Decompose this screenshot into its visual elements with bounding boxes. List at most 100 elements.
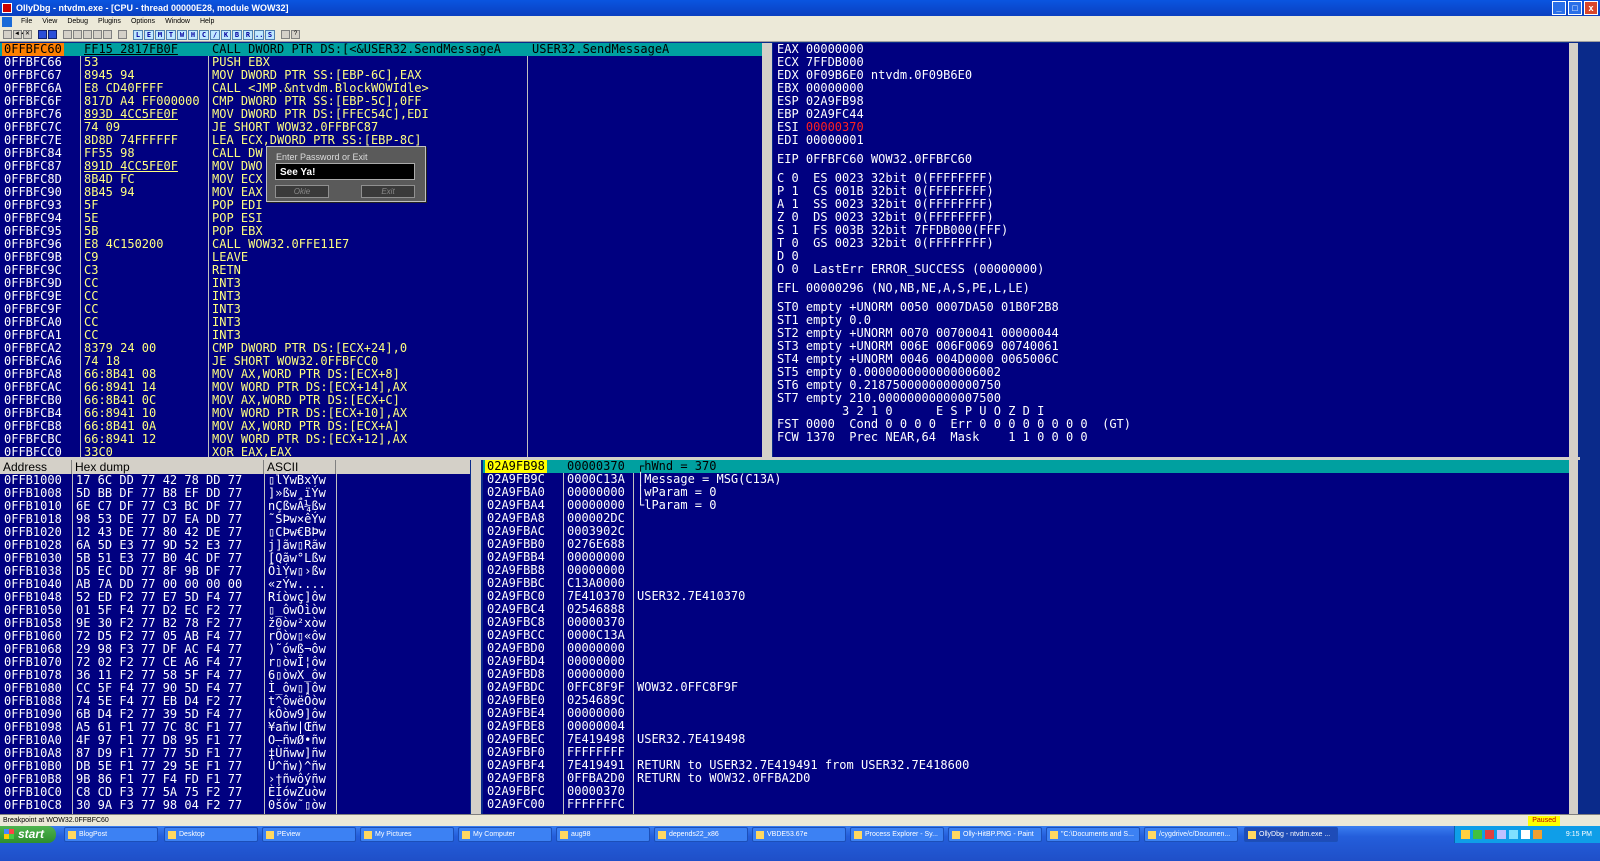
disasm-row[interactable]: 0FFBFC60 FF15 2817FB0F CALL DWORD PTR DS:[… xyxy=(0,43,762,56)
help-icon[interactable]: ? xyxy=(291,30,300,39)
tray-icon[interactable] xyxy=(1497,830,1506,839)
password-input[interactable]: See Ya! xyxy=(275,163,415,180)
restart-icon[interactable]: ◄◄ xyxy=(13,30,26,39)
run-icon[interactable] xyxy=(38,30,47,39)
taskbar-button[interactable]: My Computer xyxy=(458,827,552,842)
stack-row[interactable]: 02A9FBAC 0003902C xyxy=(483,525,1569,538)
source-button[interactable]: S xyxy=(265,29,275,40)
stack-row[interactable]: 02A9FBC0 7E410370 USER32.7E410370 xyxy=(483,590,1569,603)
taskbar-button[interactable]: Process Explorer - Sy... xyxy=(850,827,944,842)
stack-row[interactable]: 02A9FC00 FFFFFFFC xyxy=(483,798,1569,811)
taskbar-button[interactable]: /cygdrive/c/Documen... xyxy=(1144,827,1238,842)
taskbar-button[interactable]: VBDE53.67e xyxy=(752,827,846,842)
cpu-button[interactable]: C xyxy=(199,29,209,40)
trace-over-icon[interactable] xyxy=(93,30,102,39)
dump-header-hex[interactable]: Hex dump xyxy=(72,460,264,474)
tray-icon[interactable] xyxy=(1485,830,1494,839)
disasm-row[interactable]: 0FFBFC9D CC INT3 xyxy=(0,277,762,290)
menu-view[interactable]: View xyxy=(37,16,62,28)
start-button[interactable]: start xyxy=(0,826,56,843)
stack-row[interactable]: 02A9FBEC 7E419498 USER32.7E419498 xyxy=(483,733,1569,746)
dump-scrollbar[interactable] xyxy=(471,460,481,814)
disasm-row[interactable]: 0FFBFC9E CC INT3 xyxy=(0,290,762,303)
breakpoints-button[interactable]: B xyxy=(232,29,242,40)
register-edx[interactable]: EDX 0F09B6E0 ntvdm.0F09B6E0 xyxy=(773,69,1569,82)
stack-row[interactable]: 02A9FBB4 00000000 xyxy=(483,551,1569,564)
disasm-row[interactable]: 0FFBFCBC 66:8941 12 MOV WORD PTR DS:[ECX+1… xyxy=(0,433,762,446)
stack-row[interactable]: 02A9FBC4 02546888 xyxy=(483,603,1569,616)
log-window-button[interactable]: L xyxy=(133,29,143,40)
disassembly-pane[interactable]: 0FFBFC60 FF15 2817FB0F CALL DWORD PTR DS:[… xyxy=(0,43,762,457)
stack-row[interactable]: 02A9FBE0 0254689C xyxy=(483,694,1569,707)
close-program-icon[interactable]: ✕ xyxy=(23,30,32,39)
step-over-icon[interactable] xyxy=(73,30,82,39)
maximize-button[interactable]: □ xyxy=(1568,1,1582,15)
fpu-control-word[interactable]: FCW 1370 Prec NEAR,64 Mask 1 1 0 0 0 0 xyxy=(773,431,1569,444)
options-icon[interactable] xyxy=(281,30,290,39)
handles-button[interactable]: H xyxy=(188,29,198,40)
taskbar-button[interactable]: My Pictures xyxy=(360,827,454,842)
stack-row[interactable]: 02A9FBFC 00000370 xyxy=(483,785,1569,798)
stack-row[interactable]: 02A9FBD0 00000000 xyxy=(483,642,1569,655)
run-trace-button[interactable]: ... xyxy=(254,29,268,40)
tray-icon[interactable] xyxy=(1473,830,1482,839)
register-ebp[interactable]: EBP 02A9FC44 xyxy=(773,108,1569,121)
patches-button[interactable]: / xyxy=(210,29,220,40)
taskbar-button[interactable]: Desktop xyxy=(164,827,258,842)
mdi-child-icon[interactable] xyxy=(2,17,12,27)
step-into-icon[interactable] xyxy=(63,30,72,39)
menu-options[interactable]: Options xyxy=(126,16,160,28)
disasm-row[interactable]: 0FFBFCC0 33C0 XOR EAX,EAX xyxy=(0,446,762,458)
disasm-row[interactable]: 0FFBFC96 E8 4C150200 CALL WOW32.0FFE11E7 xyxy=(0,238,762,251)
register-esp[interactable]: ESP 02A9FB98 xyxy=(773,95,1569,108)
taskbar-button[interactable]: "C:\Documents and S... xyxy=(1046,827,1140,842)
disasm-row[interactable]: 0FFBFC9F CC INT3 xyxy=(0,303,762,316)
exit-button[interactable]: Exit xyxy=(361,185,415,198)
dump-header-ascii[interactable]: ASCII xyxy=(264,460,336,474)
execute-till-return-icon[interactable] xyxy=(103,30,112,39)
ollydbg-app-icon[interactable] xyxy=(2,3,12,13)
menu-help[interactable]: Help xyxy=(195,16,219,28)
stack-row[interactable]: 02A9FBDC 0FFC8F9F WOW32.0FFC8F9F xyxy=(483,681,1569,694)
taskbar-button[interactable]: Olly-HitBP.PNG - Paint xyxy=(948,827,1042,842)
minimize-button[interactable]: _ xyxy=(1552,1,1566,15)
menu-plugins[interactable]: Plugins xyxy=(93,16,126,28)
windows-button[interactable]: W xyxy=(177,29,187,40)
stack-row[interactable]: 02A9FBF8 0FFBA2D0 RETURN to WOW32.0FFBA2D0 xyxy=(483,772,1569,785)
menu-file[interactable]: File xyxy=(16,16,37,28)
taskbar-button[interactable]: aug98 xyxy=(556,827,650,842)
threads-button[interactable]: T xyxy=(166,29,176,40)
call-stack-button[interactable]: K xyxy=(221,29,231,40)
flag-row-o[interactable]: O 0 LastErr ERROR_SUCCESS (00000000) xyxy=(773,263,1569,276)
stack-row[interactable]: 02A9FBA8 000002DC xyxy=(483,512,1569,525)
stack-row[interactable]: 02A9FBC8 00000370 xyxy=(483,616,1569,629)
close-button[interactable]: x xyxy=(1584,1,1598,15)
dump-row[interactable]: 0FFB10C8 30 9A F3 77 98 04 F2 77 0šów˜▯òw xyxy=(0,799,470,812)
references-button[interactable]: R xyxy=(243,29,253,40)
stack-row[interactable]: 02A9FBE4 00000000 xyxy=(483,707,1569,720)
open-icon[interactable] xyxy=(3,30,12,39)
goto-icon[interactable] xyxy=(118,30,127,39)
register-eax[interactable]: EAX 00000000 xyxy=(773,43,1569,56)
trace-into-icon[interactable] xyxy=(83,30,92,39)
registers-scrollbar[interactable] xyxy=(1569,43,1578,457)
register-eip[interactable]: EIP 0FFBFC60 WOW32.0FFBFC60 xyxy=(773,153,1569,166)
disasm-row[interactable]: 0FFBFC9B C9 LEAVE xyxy=(0,251,762,264)
disasm-row[interactable]: 0FFBFC94 5E POP ESI xyxy=(0,212,762,225)
stack-scrollbar[interactable] xyxy=(1569,460,1578,814)
taskbar-button[interactable]: depends22_x86 xyxy=(654,827,748,842)
stack-row[interactable]: 02A9FBB8 00000000 xyxy=(483,564,1569,577)
stack-row[interactable]: 02A9FBB0 0276E688 xyxy=(483,538,1569,551)
taskbar-button[interactable]: BlogPost xyxy=(64,827,158,842)
dump-header-address[interactable]: Address xyxy=(0,460,72,474)
stack-row[interactable]: 02A9FBCC 0000C13A xyxy=(483,629,1569,642)
stack-pane[interactable]: 02A9FB98 00000370 ┌hWnd = 370 02A9FB9C 0000C… xyxy=(483,460,1569,814)
tray-icon[interactable] xyxy=(1509,830,1518,839)
disassembly-scrollbar[interactable] xyxy=(762,43,772,457)
tray-icon[interactable] xyxy=(1521,830,1530,839)
stack-row[interactable]: 02A9FBD4 00000000 xyxy=(483,655,1569,668)
fpu-st0[interactable]: ST0 empty +UNORM 0050 0007DA50 01B0F2B8 xyxy=(773,301,1569,314)
register-edi[interactable]: EDI 00000001 xyxy=(773,134,1569,147)
tray-icon[interactable] xyxy=(1533,830,1542,839)
clock[interactable]: 9:15 PM xyxy=(1566,826,1592,843)
